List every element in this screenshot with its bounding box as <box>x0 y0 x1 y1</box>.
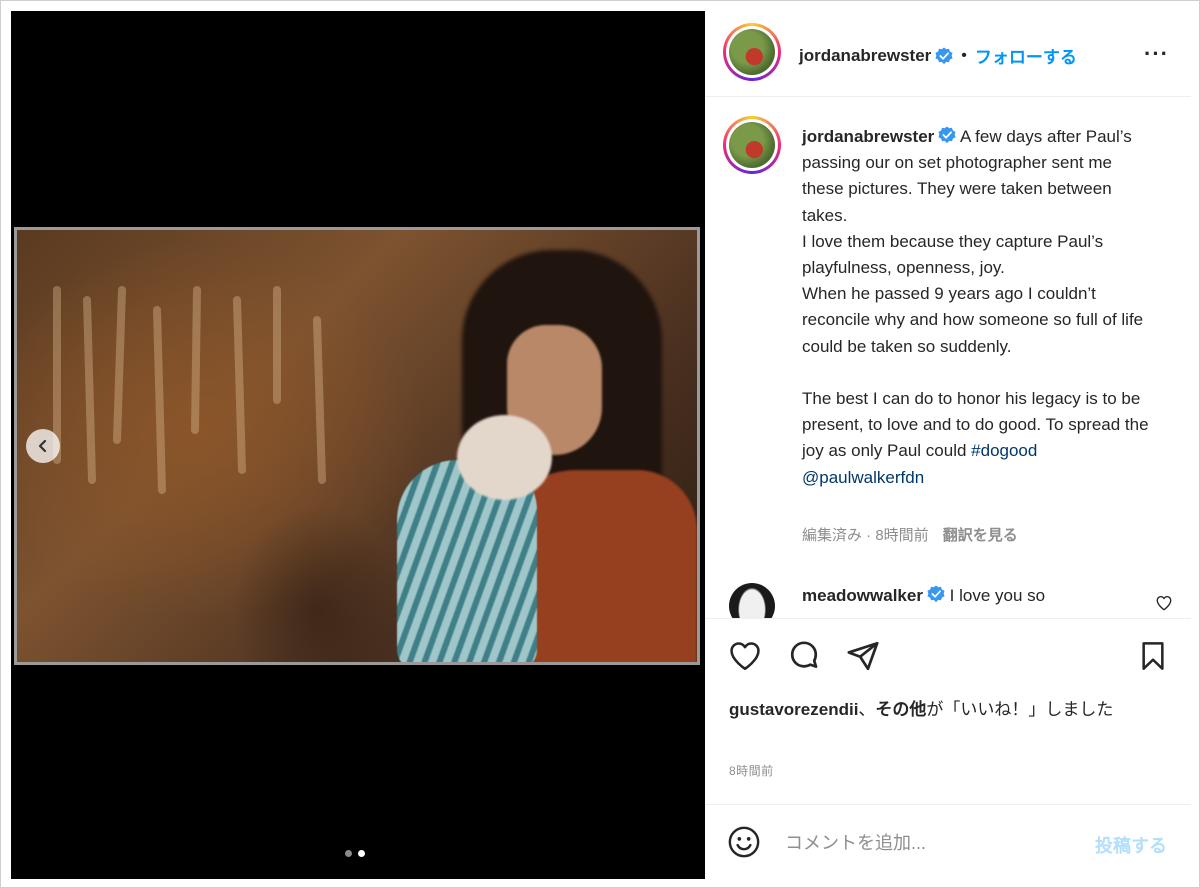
post-photo[interactable] <box>14 227 700 665</box>
likes-suffix: が「いいね！」しました <box>926 700 1114 719</box>
action-bar <box>705 619 1191 691</box>
save-bookmark-icon[interactable] <box>1137 639 1169 673</box>
caption-edited-time: 編集済み · 8時間前 <box>802 527 929 544</box>
emoji-icon[interactable] <box>727 825 761 859</box>
post-timestamp[interactable]: 8時間前 <box>729 762 774 779</box>
chevron-left-icon <box>38 439 47 453</box>
header-username[interactable]: jordanabrewster <box>799 46 931 66</box>
hashtag-link[interactable]: #dogood <box>971 441 1037 460</box>
comment-like-heart-icon[interactable] <box>1155 594 1173 612</box>
instagram-post-frame: jordanabrewster • フォローする ··· jordanabrew… <box>0 0 1200 888</box>
likes-username[interactable]: gustavorezendii <box>729 700 858 719</box>
likes-others-link[interactable]: その他 <box>875 700 926 719</box>
likes-summary: gustavorezendii、その他が「いいね！」しました <box>729 697 1169 723</box>
author-avatar[interactable] <box>723 23 781 81</box>
verified-badge-icon <box>935 46 953 64</box>
carousel-dots <box>345 850 365 857</box>
translate-link[interactable]: 翻訳を見る <box>943 527 1018 544</box>
post-media <box>11 11 705 879</box>
verified-badge-icon <box>927 585 945 603</box>
comments-section[interactable]: jordanabrewster A few days after Paul’s … <box>705 97 1191 619</box>
comment-bar: 投稿する <box>705 804 1191 879</box>
post-side-panel: jordanabrewster • フォローする ··· jordanabrew… <box>705 11 1191 879</box>
reply-comment: meadowwalker I love you so <box>802 585 1045 606</box>
post-comment-button[interactable]: 投稿する <box>1095 832 1167 858</box>
likes-join: 、 <box>858 700 876 719</box>
mention-link[interactable]: @paulwalkerfdn <box>802 468 924 487</box>
header-separator: • <box>961 46 967 64</box>
share-send-icon[interactable] <box>845 639 881 673</box>
more-options-button[interactable]: ··· <box>1144 41 1169 67</box>
reply-text: I love you so <box>944 586 1046 605</box>
post-header: jordanabrewster • フォローする ··· <box>705 11 1191 97</box>
photo-baby-head <box>457 415 552 500</box>
carousel-dot[interactable] <box>345 850 352 857</box>
workshop-tools-background <box>53 286 326 494</box>
follow-button[interactable]: フォローする <box>975 43 1077 68</box>
post-caption: jordanabrewster A few days after Paul’s … <box>802 124 1152 491</box>
carousel-dot-active[interactable] <box>358 850 365 857</box>
caption-text: A few days after Paul’s passing our on s… <box>802 127 1149 461</box>
comment-bubble-icon[interactable] <box>787 639 821 673</box>
reply-username[interactable]: meadowwalker <box>802 586 923 605</box>
carousel-prev-button[interactable] <box>26 429 60 463</box>
comment-input[interactable] <box>785 829 1075 857</box>
verified-badge-icon <box>938 126 956 144</box>
caption-username[interactable]: jordanabrewster <box>802 127 934 146</box>
like-heart-icon[interactable] <box>727 639 763 673</box>
caption-meta: 編集済み · 8時間前 翻訳を見る <box>802 524 1018 545</box>
reply-avatar[interactable] <box>729 583 775 618</box>
header-user-row: jordanabrewster • フォローする <box>799 43 1077 68</box>
caption-author-avatar[interactable] <box>723 116 781 174</box>
